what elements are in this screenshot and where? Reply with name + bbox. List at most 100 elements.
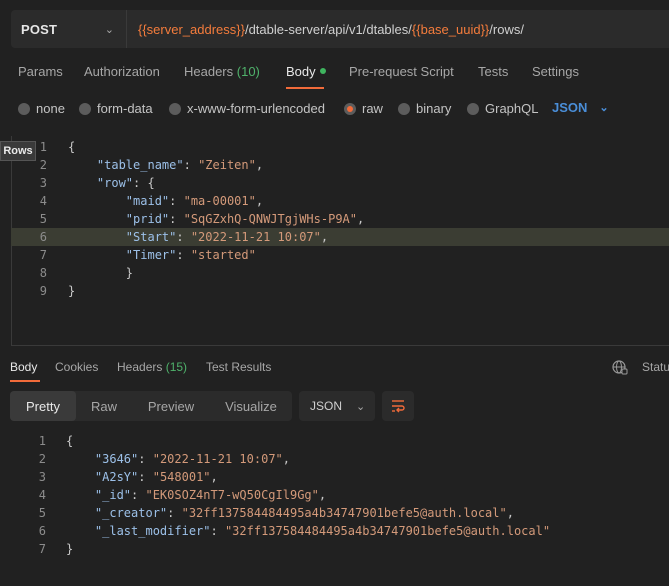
radio-circle-icon [398,102,410,115]
active-tab-underline [10,380,40,382]
line-number: 5 [39,212,47,226]
json-key: "maid" [125,194,170,208]
radio-circle-icon [467,102,479,115]
radio-binary[interactable]: binary [398,101,451,116]
tab-headers-label: Headers [184,64,234,79]
code-line: 8 } [11,264,669,282]
code-text: "_last_modifier": "32ff137584484495a4b34… [66,522,550,540]
json-key: "A2sY" [94,470,139,484]
body-modified-dot-icon [319,68,326,74]
json-string: "548001" [152,470,211,484]
request-body-editor[interactable]: 1{2 "table_name": "Zeiten", 3 "row": {4 "… [11,136,669,346]
response-tabs: Body Cookies Headers (15) Test Results S… [0,352,669,382]
radio-graphql[interactable]: GraphQL [467,101,538,116]
json-punct: , [282,452,290,466]
json-string: "started" [190,248,256,262]
radio-circle-icon [169,102,181,115]
json-key: "3646" [94,452,139,466]
resp-tab-headers[interactable]: Headers (15) [117,360,187,374]
radio-none[interactable]: none [18,101,65,116]
code-line: 2 "table_name": "Zeiten", [11,156,669,174]
json-punct: : [210,524,225,538]
json-punct: : [138,470,153,484]
tab-tests[interactable]: Tests [478,64,508,79]
method-label: POST [21,21,58,37]
response-format-label: JSON [310,399,343,413]
resp-tab-test-results[interactable]: Test Results [206,360,271,374]
code-line: 7 "Timer": "started" [11,246,669,264]
radio-urlencoded[interactable]: x-www-form-urlencoded [169,101,325,116]
wrap-lines-icon [392,400,405,413]
json-punct: , [255,158,264,172]
radio-raw[interactable]: raw [344,101,383,116]
resp-tab-headers-count: (15) [165,360,188,374]
code-text: "_creator": "32ff137584484495a4b34747901… [66,504,514,522]
json-punct: { [66,434,74,448]
tab-params[interactable]: Params [18,64,63,79]
wrap-lines-button[interactable] [382,391,414,421]
resp-tab-body[interactable]: Body [10,360,37,374]
view-tab-raw[interactable]: Raw [76,391,132,421]
json-key: "table_name" [96,158,184,172]
json-key: "_id" [94,488,132,502]
globe-icon[interactable] [612,359,628,375]
json-punct [66,506,95,520]
code-text: "prid": "SqGZxhQ-QNWJTgjWHs-P9A", [68,210,364,228]
json-punct [66,524,95,538]
json-string: "32ff137584484495a4b34747901befe5@auth.l… [224,524,551,538]
response-view-tabs: Pretty Raw Preview Visualize [10,391,292,421]
code-text: } [66,540,73,558]
line-number: 5 [38,506,46,520]
code-line: 2 "3646": "2022-11-21 10:07", [0,450,669,468]
request-tabs: Params Authorization Headers (10) Body P… [0,58,669,90]
json-punct: , [320,230,329,244]
radio-label: GraphQL [485,101,539,116]
body-format-select[interactable]: JSON ⌄ [552,100,609,115]
tab-settings[interactable]: Settings [532,64,579,79]
code-text: "A2sY": "548001", [66,468,218,486]
json-punct [68,248,126,262]
code-text: "table_name": "Zeiten", [68,156,263,174]
line-number: 3 [39,176,47,190]
json-key: "_creator" [94,506,168,520]
code-text: { [68,138,75,156]
tab-authorization[interactable]: Authorization [84,64,160,79]
tab-pre-request-script[interactable]: Pre-request Script [349,64,454,79]
json-punct [66,470,95,484]
tab-body[interactable]: Body [286,64,326,79]
radio-form-data[interactable]: form-data [79,101,153,116]
line-number: 6 [38,524,46,538]
tab-headers[interactable]: Headers (10) [184,64,260,79]
code-line: 5 "_creator": "32ff137584484495a4b347479… [0,504,669,522]
code-line: 7} [0,540,669,558]
view-tab-pretty[interactable]: Pretty [10,391,76,421]
json-string: "SqGZxhQ-QNWJTgjWHs-P9A" [183,212,357,226]
json-punct [68,176,97,190]
json-punct: : [176,248,191,262]
url-segment: /dtable-server/api/v1/dtables/ [244,21,412,37]
json-string: "2022-11-21 10:07" [190,230,321,244]
line-number: 8 [39,266,47,280]
resp-tab-cookies[interactable]: Cookies [55,360,98,374]
radio-selected-icon [344,102,356,115]
body-type-radios: none form-data x-www-form-urlencoded raw… [0,98,669,120]
line-number: 1 [38,434,46,448]
view-tab-preview[interactable]: Preview [132,391,210,421]
radio-circle-icon [79,102,91,115]
method-select[interactable]: POST ⌄ [11,10,127,48]
line-number: 6 [39,230,47,244]
json-punct [68,230,126,244]
json-key: "Timer" [125,248,177,262]
code-line: 6 "Start": "2022-11-21 10:07", [11,228,669,246]
json-punct [68,158,97,172]
code-line: 3 "A2sY": "548001", [0,468,669,486]
response-format-select[interactable]: JSON ⌄ [299,391,375,421]
json-punct: : [167,506,182,520]
tab-body-label: Body [286,64,316,79]
code-text: "3646": "2022-11-21 10:07", [66,450,290,468]
active-tab-underline [286,87,324,89]
chevron-down-icon: ⌄ [356,400,366,413]
request-url-bar: POST ⌄ {{server_address}}/dtable-server/… [11,10,669,48]
view-tab-visualize[interactable]: Visualize [210,391,292,421]
url-input[interactable]: {{server_address}}/dtable-server/api/v1/… [127,22,524,37]
